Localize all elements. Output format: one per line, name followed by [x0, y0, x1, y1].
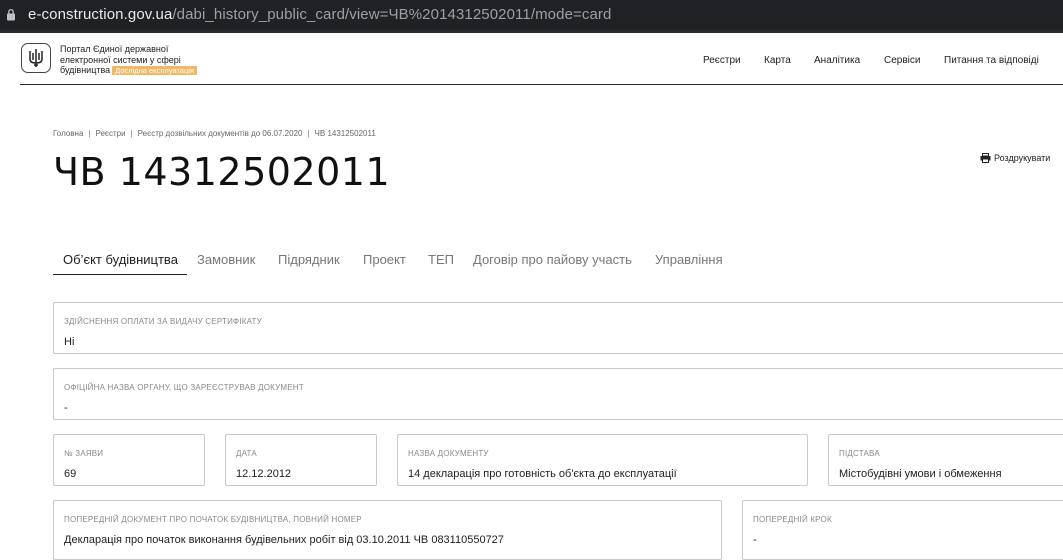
field-value: -	[64, 402, 68, 414]
portal-name[interactable]: Портал Єдиної державної електронної сист…	[60, 44, 230, 76]
beta-badge: Дослідна експлуатація	[112, 66, 197, 76]
nav-map[interactable]: Карта	[764, 55, 791, 66]
tab-project[interactable]: Проект	[363, 252, 406, 267]
portal-line-3: будівництва	[60, 65, 111, 75]
breadcrumb-registries[interactable]: Реєстри	[95, 129, 125, 138]
url-text[interactable]: e-construction.gov.ua/dabi_history_publi…	[28, 6, 611, 23]
trident-icon	[29, 49, 43, 67]
field-label: Здійснення оплати за видачу сертифікату	[64, 317, 262, 326]
field-label: Попередній документ про початок будівниц…	[64, 515, 362, 524]
nav-faq[interactable]: Питання та відповіді	[944, 55, 1039, 66]
field-document-name: Назва документу 14 декларація про готовн…	[397, 434, 808, 486]
breadcrumb: Головна | Реєстри | Реєстр дозвільних докуме…	[53, 129, 376, 138]
trident-logo[interactable]	[21, 43, 51, 73]
breadcrumb-home[interactable]: Головна	[53, 129, 83, 138]
tab-management[interactable]: Управління	[655, 252, 723, 267]
field-value: Ні	[64, 336, 75, 348]
portal-line-1: Портал Єдиної державної	[60, 44, 169, 54]
tab-tep[interactable]: ТЕП	[428, 252, 454, 267]
field-value: 12.12.2012	[236, 468, 292, 480]
field-label: Назва документу	[408, 449, 489, 458]
field-label: № заяви	[64, 449, 104, 458]
field-previous-document: Попередній документ про початок будівниц…	[53, 500, 722, 560]
field-label: Попередній крок	[753, 515, 832, 524]
field-authority: Офіційна назва органу, що зареєстрував д…	[53, 368, 1063, 420]
field-value: Декларація про початок виконання будівел…	[64, 534, 504, 546]
tab-contractor[interactable]: Підрядник	[278, 252, 340, 267]
url-host: e-construction.gov.ua	[28, 6, 173, 23]
browser-address-bar[interactable]: e-construction.gov.ua/dabi_history_publi…	[0, 0, 1063, 30]
tab-customer[interactable]: Замовник	[197, 252, 255, 267]
header-divider	[20, 84, 1063, 85]
field-basis: Підстава Містобудівні умови і обмеження	[828, 434, 1063, 486]
field-value: 69	[64, 468, 77, 480]
tab-contribution-agreement[interactable]: Договір про пайову участь	[473, 252, 632, 267]
tab-object[interactable]: Об’єкт будівництва	[63, 252, 178, 267]
lock-icon	[6, 8, 16, 26]
nav-registries[interactable]: Реєстри	[703, 55, 741, 66]
nav-services[interactable]: Сервіси	[884, 55, 920, 66]
breadcrumb-current: ЧВ 14312502011	[314, 129, 376, 138]
tab-bar: Об’єкт будівництва Замовник Підрядник Пр…	[0, 252, 1063, 276]
nav-analytics[interactable]: Аналітика	[814, 55, 860, 66]
field-label: Дата	[236, 449, 257, 458]
field-value: Містобудівні умови і обмеження	[839, 468, 1002, 480]
field-date: Дата 12.12.2012	[225, 434, 377, 486]
printer-icon	[980, 153, 991, 163]
print-label: Роздрукувати	[994, 153, 1051, 163]
print-button[interactable]: Роздрукувати	[980, 153, 1050, 163]
breadcrumb-registry[interactable]: Реєстр дозвільних документів до 06.07.20…	[138, 129, 303, 138]
portal-line-2: електронної системи у сфері	[60, 54, 181, 65]
active-tab-indicator	[53, 274, 187, 275]
field-label: Підстава	[839, 449, 880, 458]
field-value: 14 декларація про готовність об'єкта до …	[408, 468, 677, 480]
field-application-number: № заяви 69	[53, 434, 205, 486]
field-previous-step: Попередній крок -	[742, 500, 1063, 560]
field-label: Офіційна назва органу, що зареєстрував д…	[64, 383, 304, 392]
field-payment: Здійснення оплати за видачу сертифікату …	[53, 302, 1063, 354]
toolbar-divider	[0, 30, 1063, 33]
url-path: /dabi_history_public_card/view=ЧВ%201431…	[172, 6, 612, 23]
field-value: -	[753, 534, 757, 546]
page-title: ЧВ 14312502011	[53, 150, 391, 194]
